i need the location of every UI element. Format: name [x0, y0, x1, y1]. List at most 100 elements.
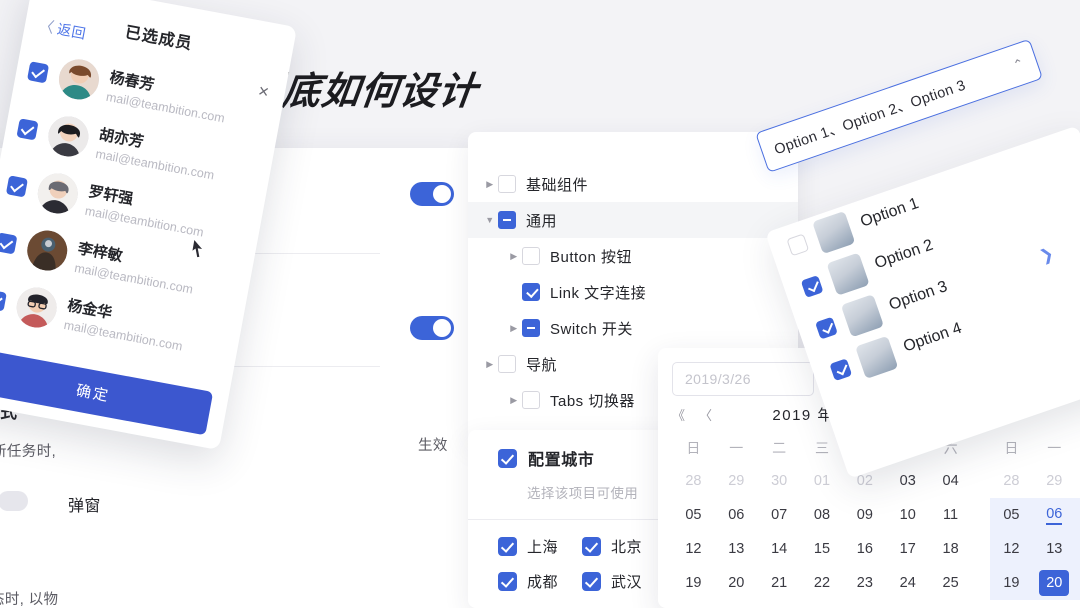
- day-cell[interactable]: 17: [886, 532, 929, 566]
- week-row: 05 06 07 08 09 10 11: [990, 498, 1080, 532]
- chevron-right-icon[interactable]: ▶: [506, 323, 522, 334]
- option-checkbox[interactable]: [829, 358, 853, 382]
- day-cell[interactable]: 11: [929, 498, 972, 532]
- day-cell[interactable]: 05: [672, 498, 715, 532]
- city-checkbox[interactable]: [582, 572, 601, 591]
- tree-checkbox[interactable]: [498, 175, 516, 193]
- day-cell[interactable]: 04: [929, 464, 972, 498]
- day-cell[interactable]: 28: [990, 464, 1033, 498]
- day-cell[interactable]: 12: [990, 532, 1033, 566]
- day-cell[interactable]: 30: [758, 464, 801, 498]
- city-config-checkbox[interactable]: [498, 448, 517, 468]
- city-label: 北京: [611, 539, 643, 556]
- day-cell[interactable]: 12: [672, 532, 715, 566]
- city-config-label: 配置城市: [528, 452, 595, 469]
- option-thumbnail: [840, 294, 885, 338]
- day-cell[interactable]: 30: [1076, 464, 1080, 498]
- day-cell[interactable]: 13: [715, 532, 758, 566]
- day-cell[interactable]: 21: [758, 566, 801, 600]
- option-checkbox[interactable]: [800, 275, 824, 298]
- chevron-up-icon[interactable]: ⌃: [1011, 55, 1027, 74]
- day-cell[interactable]: 08: [801, 498, 844, 532]
- day-cell[interactable]: 24: [886, 566, 929, 600]
- tree-item-basic[interactable]: ▶ 基础组件: [468, 166, 798, 202]
- tree-item-link[interactable]: Link 文字连接: [468, 274, 798, 310]
- tree-checkbox[interactable]: [522, 319, 540, 337]
- day-cell[interactable]: 07: [758, 498, 801, 532]
- tree-item-switch[interactable]: ▶ Switch 开关: [468, 310, 798, 346]
- tree-checkbox[interactable]: [498, 211, 516, 229]
- week-row: 12 13 14 15 16 17 18: [990, 532, 1080, 566]
- day-cell[interactable]: 13: [1032, 532, 1076, 566]
- day-cell[interactable]: 16: [843, 532, 886, 566]
- tree-checkbox[interactable]: [498, 355, 516, 373]
- avatar-image: [23, 227, 71, 274]
- week-row: 05 06 07 08 09 10 11: [672, 498, 972, 532]
- chevron-right-icon[interactable]: ▶: [506, 251, 522, 262]
- chevron-right-icon[interactable]: ▶: [482, 179, 498, 190]
- member-checkbox[interactable]: [0, 231, 18, 255]
- member-checkbox[interactable]: [16, 117, 39, 140]
- day-cell-selected[interactable]: 20: [1032, 566, 1076, 600]
- day-cell[interactable]: 14: [758, 532, 801, 566]
- city-item-beijing[interactable]: 北京: [582, 536, 660, 557]
- option-label: Option 2: [872, 236, 936, 273]
- start-date-input[interactable]: 2019/3/26: [672, 362, 815, 396]
- day-cell[interactable]: 09: [843, 498, 886, 532]
- chevron-right-icon[interactable]: ▶: [482, 359, 498, 370]
- option-checkbox[interactable]: [815, 316, 838, 340]
- day-cell[interactable]: 15: [801, 532, 844, 566]
- city-checkbox[interactable]: [498, 537, 517, 556]
- option-label: Option 3: [886, 278, 950, 314]
- city-checkbox[interactable]: [498, 572, 517, 591]
- day-cell[interactable]: 01: [801, 464, 844, 498]
- day-cell[interactable]: 05: [990, 498, 1033, 532]
- day-cell[interactable]: 21: [1075, 566, 1080, 600]
- city-item-chengdu[interactable]: 成都: [498, 571, 576, 592]
- tree-checkbox[interactable]: [522, 283, 540, 301]
- tree-item-label: Link 文字连接: [550, 284, 647, 302]
- tree-item-button[interactable]: ▶ Button 按钮: [468, 238, 798, 274]
- week-row: 28 29 30 01 02 03 04: [672, 464, 972, 498]
- toggle-popup-off[interactable]: [0, 491, 28, 511]
- tree-checkbox[interactable]: [522, 391, 540, 409]
- tree-checkbox[interactable]: [522, 247, 540, 265]
- day-cell[interactable]: 06: [715, 498, 758, 532]
- day-cell[interactable]: 10: [886, 498, 929, 532]
- chevron-right-icon[interactable]: ▶: [506, 395, 522, 406]
- chevron-down-icon[interactable]: ▼: [482, 215, 498, 225]
- city-checkbox[interactable]: [582, 537, 601, 556]
- day-cell[interactable]: 18: [929, 532, 972, 566]
- day-cell[interactable]: 19: [990, 566, 1033, 600]
- day-cell[interactable]: 22: [801, 566, 844, 600]
- member-checkbox[interactable]: [0, 288, 7, 312]
- city-item-wuhan[interactable]: 武汉: [582, 571, 660, 592]
- day-cell[interactable]: 20: [715, 566, 758, 600]
- tree-item-label: 通用: [526, 212, 558, 230]
- member-checkbox[interactable]: [27, 60, 50, 83]
- week-row: 28 29 30 01 02 03 04: [990, 464, 1080, 498]
- select-value: Option 1、Option 2、Option 3: [772, 77, 968, 158]
- option-checkbox[interactable]: [786, 233, 810, 257]
- city-label: 武汉: [611, 574, 643, 591]
- member-checkbox[interactable]: [5, 174, 29, 197]
- day-cell[interactable]: 25: [929, 566, 972, 600]
- day-cell-range-start[interactable]: 06: [1032, 498, 1076, 532]
- day-cell[interactable]: 03: [886, 464, 929, 498]
- calendar-right: 日 一 二 三 四 五 六 28 29 30 01 02 03 04: [990, 396, 1080, 600]
- day-cell[interactable]: 14: [1075, 532, 1080, 566]
- day-cell[interactable]: 23: [843, 566, 886, 600]
- city-item-shanghai[interactable]: 上海: [498, 536, 576, 557]
- day-cell[interactable]: 19: [672, 566, 715, 600]
- city-label: 成都: [527, 574, 559, 591]
- day-cell[interactable]: 29: [715, 464, 758, 498]
- avatar: [13, 284, 60, 331]
- day-cell[interactable]: 28: [672, 464, 715, 498]
- toggle-zoom[interactable]: [410, 316, 454, 340]
- day-cell[interactable]: 29: [1033, 464, 1076, 498]
- toggle-schedule[interactable]: [410, 182, 454, 206]
- weekday-row: 日 一 二 三 四 五 六: [990, 432, 1080, 464]
- weekday: 一: [1047, 440, 1062, 456]
- day-cell[interactable]: 07: [1075, 498, 1080, 532]
- tree-item-general[interactable]: ▼ 通用: [468, 202, 798, 238]
